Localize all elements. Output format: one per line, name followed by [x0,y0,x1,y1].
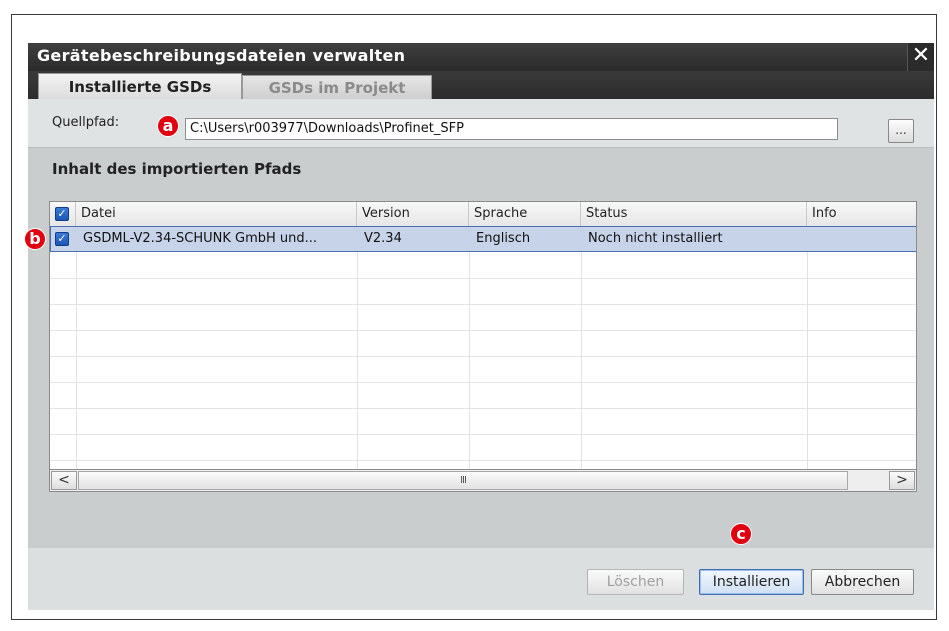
header-version[interactable]: Version [357,202,469,226]
select-all-checkbox-icon[interactable]: ✓ [55,207,69,221]
empty-row [50,330,916,357]
gsd-file-table: ✓ Datei Version Sprache Status Info ✓ GS… [49,201,917,470]
source-path-area: Quellpfad: a C:\Users\r003977\Downloads\… [28,99,934,148]
empty-row [50,278,916,305]
cell-datei: GSDML-V2.34-SCHUNK GmbH und... [83,231,318,246]
cell-version: V2.34 [364,231,402,246]
cell-sprache: Englisch [476,231,531,246]
empty-row [50,408,916,435]
scroll-thumb[interactable]: III [78,471,848,490]
scroll-right-icon[interactable]: > [889,471,915,490]
delete-button[interactable]: Löschen [587,569,684,595]
dialog-body: Quellpfad: a C:\Users\r003977\Downloads\… [28,99,934,610]
annotation-badge-b: b [24,228,46,250]
manage-gsd-dialog: Gerätebeschreibungsdateien verwalten ✕ I… [28,43,934,610]
empty-row [50,434,916,461]
empty-row [50,304,916,331]
cancel-button[interactable]: Abbrechen [811,569,914,595]
cell-info [808,227,916,251]
tab-installed-gsds[interactable]: Installierte GSDs [38,73,242,99]
source-path-input[interactable]: C:\Users\r003977\Downloads\Profinet_SFP [185,118,838,140]
dialog-footer: Löschen Installieren Abbrechen [28,548,934,610]
imported-content-section: Inhalt des importierten Pfads ✓ Datei Ve… [28,148,934,548]
header-select-all[interactable]: ✓ [50,202,76,226]
close-icon[interactable]: ✕ [907,43,934,71]
table-row[interactable]: ✓ GSDML-V2.34-SCHUNK GmbH und... V2.34 E… [50,226,916,252]
annotation-badge-a: a [157,115,179,137]
cell-status: Noch nicht installiert [588,231,723,246]
window-title: Gerätebeschreibungsdateien verwalten [37,46,406,65]
header-info[interactable]: Info [807,202,916,226]
empty-row [50,382,916,409]
empty-row [50,356,916,383]
section-title: Inhalt des importierten Pfads [52,160,302,178]
horizontal-scrollbar[interactable]: < III > [49,470,917,492]
source-path-label: Quellpfad: [52,115,120,130]
header-sprache[interactable]: Sprache [469,202,581,226]
title-bar: Gerätebeschreibungsdateien verwalten ✕ [28,43,934,71]
row-checkbox-icon[interactable]: ✓ [55,232,69,246]
scroll-left-icon[interactable]: < [51,471,77,490]
table-header: ✓ Datei Version Sprache Status Info [50,202,916,227]
header-datei[interactable]: Datei [76,202,357,226]
browse-button[interactable]: ... [888,119,914,143]
header-status[interactable]: Status [581,202,807,226]
tab-strip: Installierte GSDs GSDs im Projekt [28,71,934,99]
tab-gsds-in-project[interactable]: GSDs im Projekt [242,75,432,99]
install-button[interactable]: Installieren [699,569,804,595]
annotation-badge-c: c [730,523,752,545]
empty-row [50,252,916,279]
